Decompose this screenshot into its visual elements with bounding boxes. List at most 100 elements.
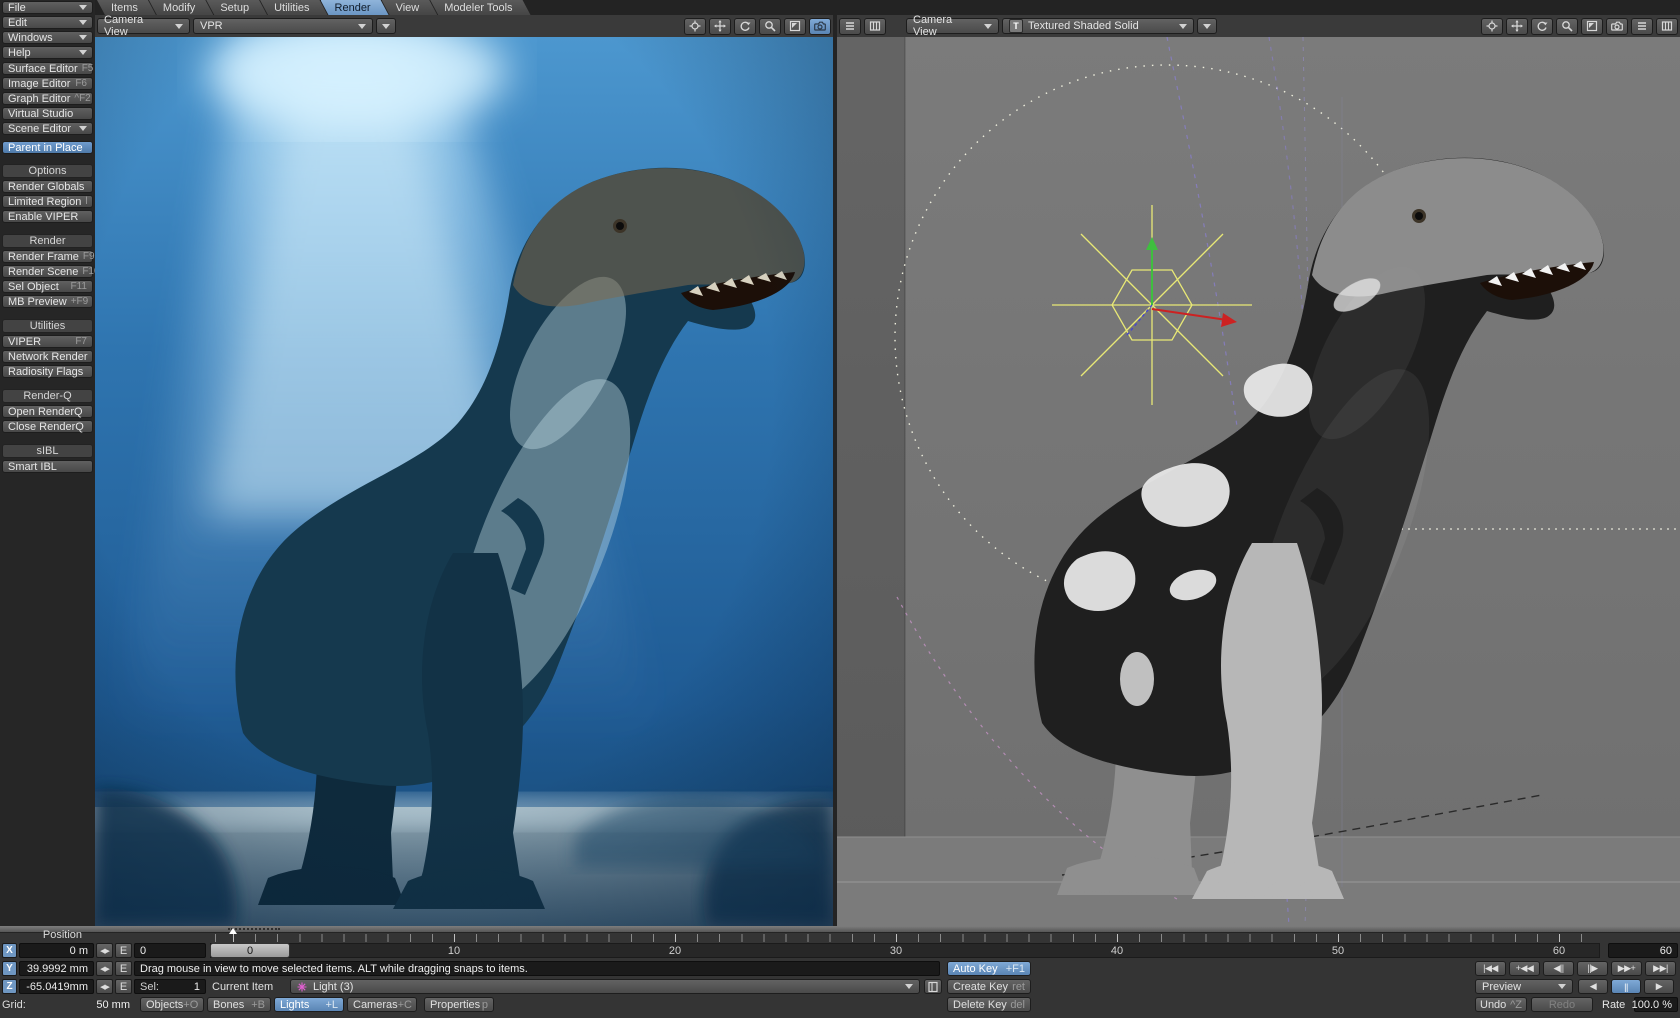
go-first-frame-button[interactable]: |◀◀ — [1475, 961, 1506, 976]
auto-key-button[interactable]: Auto Key+F1 — [947, 961, 1031, 976]
tab-modify[interactable]: Modify — [149, 0, 213, 15]
render-frame-button[interactable]: Render FrameF9 — [2, 250, 93, 263]
tab-view[interactable]: View — [382, 0, 438, 15]
center-item-button[interactable] — [684, 18, 706, 35]
list-icon[interactable] — [839, 18, 861, 35]
viper-button[interactable]: VIPERF7 — [2, 335, 93, 348]
redo-button[interactable]: Redo — [1531, 997, 1593, 1012]
rate-field[interactable]: 100.0 % — [1634, 997, 1678, 1012]
rate-label: Rate — [1602, 997, 1625, 1012]
zoom-view-button[interactable] — [1556, 18, 1578, 35]
right-viewport-options-dropdown[interactable] — [1197, 18, 1217, 34]
step-forward-button[interactable]: ||▶ — [1577, 961, 1608, 976]
y-position-field[interactable]: 39.9992 mm — [19, 961, 94, 976]
item-properties-mini-button[interactable] — [924, 979, 942, 994]
radiosity-flags-button[interactable]: Radiosity Flags — [2, 365, 93, 378]
prev-keyframe-button[interactable]: +◀◀ — [1509, 961, 1540, 976]
chevron-down-icon — [1179, 24, 1187, 29]
left-render-mode-dropdown[interactable]: VPR — [193, 18, 373, 34]
go-last-frame-button[interactable]: ▶▶| — [1645, 961, 1676, 976]
chevron-down-icon — [1203, 24, 1211, 29]
tab-modeler-tools[interactable]: Modeler Tools — [430, 0, 530, 15]
opengl-canvas[interactable] — [837, 37, 1680, 926]
z-position-field[interactable]: -65.0419mm — [19, 979, 94, 994]
virtual-studio-button[interactable]: Virtual Studio — [2, 107, 93, 120]
rotate-view-button[interactable] — [734, 18, 756, 35]
left-viewport-options-dropdown[interactable] — [376, 18, 396, 34]
render-scene-button[interactable]: Render SceneF10 — [2, 265, 93, 278]
camera-view-button[interactable] — [1606, 18, 1628, 35]
network-render-button[interactable]: Network Render — [2, 350, 93, 363]
left-view-type-dropdown[interactable]: Camera View — [97, 18, 190, 34]
smart-ibl-button[interactable]: Smart IBL — [2, 460, 93, 473]
current-item-dropdown[interactable]: Light (3) — [290, 979, 920, 994]
delete-key-button[interactable]: Delete Keydel — [947, 997, 1031, 1012]
play-reverse-button[interactable]: ◀ — [1578, 979, 1608, 994]
position-label: Position — [28, 929, 82, 941]
selection-count-field[interactable]: Sel:1 — [134, 979, 206, 994]
x-envelope-button[interactable]: E — [115, 943, 132, 958]
center-item-button[interactable] — [1481, 18, 1503, 35]
maximize-viewport-button[interactable] — [784, 18, 806, 35]
bones-mode-button[interactable]: Bones+B — [207, 997, 271, 1012]
zoom-view-button[interactable] — [759, 18, 781, 35]
limited-region-button[interactable]: Limited Regionl — [2, 195, 93, 208]
objects-mode-button[interactable]: Objects+O — [140, 997, 204, 1012]
vpr-render-canvas[interactable] — [95, 37, 833, 926]
undo-button[interactable]: Undo^Z — [1475, 997, 1527, 1012]
menu-help[interactable]: Help — [2, 46, 93, 59]
menu-edit[interactable]: Edit — [2, 16, 93, 29]
camera-view-button[interactable] — [809, 18, 831, 35]
menu-windows[interactable]: Windows — [2, 31, 93, 44]
right-view-type-dropdown[interactable]: Camera View — [906, 18, 999, 34]
step-back-button[interactable]: ◀|| — [1543, 961, 1574, 976]
sel-object-button[interactable]: Sel ObjectF11 — [2, 280, 93, 293]
parent-in-place-button[interactable]: Parent in Place — [2, 141, 93, 154]
y-envelope-button[interactable]: E — [115, 961, 132, 976]
lights-mode-button[interactable]: Lights+L — [274, 997, 344, 1012]
timeline-scrub-handle[interactable]: 0 — [210, 943, 290, 958]
tab-render[interactable]: Render — [321, 0, 389, 15]
pan-view-button[interactable] — [709, 18, 731, 35]
list-icon[interactable] — [1631, 18, 1653, 35]
chevron-down-icon — [79, 20, 87, 25]
renderq-section-header: Render-Q — [2, 389, 93, 403]
y-axis-toggle[interactable]: Y — [2, 961, 17, 976]
current-frame-field[interactable]: 0 — [134, 943, 206, 958]
x-position-field[interactable]: 0 m — [19, 943, 94, 958]
z-axis-toggle[interactable]: Z — [2, 979, 17, 994]
surface-editor-button[interactable]: Surface EditorF5 — [2, 62, 93, 75]
scene-editor-button[interactable]: Scene Editor — [2, 122, 93, 135]
right-render-mode-dropdown[interactable]: TTextured Shaded Solid — [1002, 18, 1194, 34]
grid-value: 50 mm — [60, 997, 130, 1012]
y-spinner[interactable]: ◀▶ — [96, 961, 113, 976]
tab-setup[interactable]: Setup — [206, 0, 267, 15]
x-axis-toggle[interactable]: X — [2, 943, 17, 958]
tab-utilities[interactable]: Utilities — [260, 0, 327, 15]
properties-button[interactable]: Propertiesp — [424, 997, 494, 1012]
end-frame-field[interactable]: 60 — [1608, 943, 1678, 958]
close-renderq-button[interactable]: Close RenderQ — [2, 420, 93, 433]
open-renderq-button[interactable]: Open RenderQ — [2, 405, 93, 418]
render-globals-button[interactable]: Render Globals — [2, 180, 93, 193]
graph-editor-button[interactable]: Graph Editor^F2 — [2, 92, 93, 105]
tab-items[interactable]: Items — [97, 0, 156, 15]
preset-icon[interactable] — [1656, 18, 1678, 35]
mb-preview-button[interactable]: MB Preview+F9 — [2, 295, 93, 308]
image-editor-button[interactable]: Image EditorF6 — [2, 77, 93, 90]
create-key-button[interactable]: Create Keyret — [947, 979, 1031, 994]
z-spinner[interactable]: ◀▶ — [96, 979, 113, 994]
maximize-viewport-button[interactable] — [1581, 18, 1603, 35]
z-envelope-button[interactable]: E — [115, 979, 132, 994]
menu-file[interactable]: File — [2, 1, 93, 14]
enable-viper-button[interactable]: Enable VIPER — [2, 210, 93, 223]
pan-view-button[interactable] — [1506, 18, 1528, 35]
preset-icon[interactable] — [864, 18, 886, 35]
preview-dropdown[interactable]: Preview — [1475, 979, 1573, 994]
play-forward-button[interactable]: ▶ — [1644, 979, 1674, 994]
next-keyframe-button[interactable]: ▶▶+ — [1611, 961, 1642, 976]
cameras-mode-button[interactable]: Cameras+C — [347, 997, 417, 1012]
pause-button[interactable]: || — [1611, 979, 1641, 994]
rotate-view-button[interactable] — [1531, 18, 1553, 35]
x-spinner[interactable]: ◀▶ — [96, 943, 113, 958]
